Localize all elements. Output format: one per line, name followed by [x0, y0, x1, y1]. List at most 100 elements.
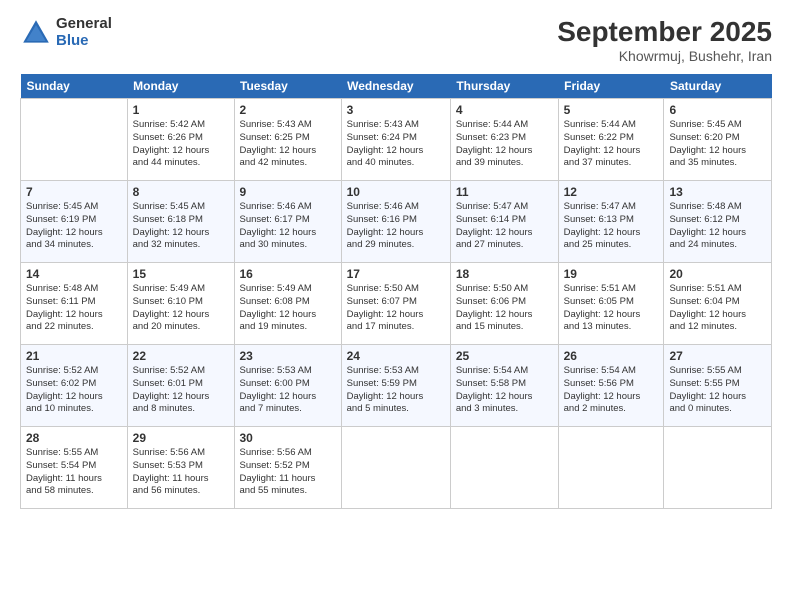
- table-row: 10 Sunrise: 5:46 AMSunset: 6:16 PMDayligh…: [341, 181, 450, 263]
- table-row: 1 Sunrise: 5:42 AMSunset: 6:26 PMDaylight…: [127, 99, 234, 181]
- logo-general-text: General: [56, 16, 112, 33]
- day-number: 13: [669, 185, 766, 199]
- table-row: [664, 427, 772, 509]
- table-row: [558, 427, 664, 509]
- day-number: 16: [240, 267, 336, 281]
- header: General Blue September 2025 Khowrmuj, Bu…: [20, 16, 772, 64]
- day-info: Sunrise: 5:53 AMSunset: 6:00 PMDaylight:…: [240, 365, 336, 416]
- table-row: 26 Sunrise: 5:54 AMSunset: 5:56 PMDayligh…: [558, 345, 664, 427]
- table-row: 19Sunrise: 5:51 AMSunset: 6:05 PMDayligh…: [558, 263, 664, 345]
- day-number: 24: [347, 349, 445, 363]
- calendar-week-1: 1 Sunrise: 5:42 AMSunset: 6:26 PMDaylight…: [21, 99, 772, 181]
- day-number: 10: [347, 185, 445, 199]
- day-number: 21: [26, 349, 122, 363]
- day-number: 8: [133, 185, 229, 199]
- day-number: 29: [133, 431, 229, 445]
- day-info: Sunrise: 5:43 AMSunset: 6:24 PMDaylight:…: [347, 119, 445, 170]
- table-row: 12 Sunrise: 5:47 AMSunset: 6:13 PMDayligh…: [558, 181, 664, 263]
- day-info: Sunrise: 5:55 AMSunset: 5:54 PMDaylight:…: [26, 447, 122, 498]
- day-number: 15: [133, 267, 229, 281]
- table-row: 14 Sunrise: 5:48 AMSunset: 6:11 PMDayligh…: [21, 263, 128, 345]
- day-number: 5: [564, 103, 659, 117]
- table-row: 5 Sunrise: 5:44 AMSunset: 6:22 PMDaylight…: [558, 99, 664, 181]
- day-info: Sunrise: 5:51 AMSunset: 6:04 PMDaylight:…: [669, 283, 766, 334]
- month-title: September 2025: [557, 16, 772, 48]
- day-info: Sunrise: 5:48 AMSunset: 6:11 PMDaylight:…: [26, 283, 122, 334]
- table-row: [21, 99, 128, 181]
- calendar-week-3: 14 Sunrise: 5:48 AMSunset: 6:11 PMDayligh…: [21, 263, 772, 345]
- day-info: Sunrise: 5:46 AMSunset: 6:17 PMDaylight:…: [240, 201, 336, 252]
- col-sunday: Sunday: [21, 74, 128, 99]
- day-number: 9: [240, 185, 336, 199]
- col-friday: Friday: [558, 74, 664, 99]
- calendar-week-2: 7Sunrise: 5:45 AMSunset: 6:19 PMDaylight…: [21, 181, 772, 263]
- day-number: 1: [133, 103, 229, 117]
- day-number: 28: [26, 431, 122, 445]
- day-info: Sunrise: 5:43 AMSunset: 6:25 PMDaylight:…: [240, 119, 336, 170]
- location: Khowrmuj, Bushehr, Iran: [557, 48, 772, 64]
- day-number: 17: [347, 267, 445, 281]
- day-number: 4: [456, 103, 553, 117]
- table-row: 18 Sunrise: 5:50 AMSunset: 6:06 PMDayligh…: [450, 263, 558, 345]
- table-row: 3 Sunrise: 5:43 AMSunset: 6:24 PMDaylight…: [341, 99, 450, 181]
- day-number: 12: [564, 185, 659, 199]
- day-number: 2: [240, 103, 336, 117]
- day-info: Sunrise: 5:49 AMSunset: 6:10 PMDaylight:…: [133, 283, 229, 334]
- header-row: Sunday Monday Tuesday Wednesday Thursday…: [21, 74, 772, 99]
- table-row: 4 Sunrise: 5:44 AMSunset: 6:23 PMDaylight…: [450, 99, 558, 181]
- day-number: 18: [456, 267, 553, 281]
- day-number: 3: [347, 103, 445, 117]
- day-info: Sunrise: 5:52 AMSunset: 6:01 PMDaylight:…: [133, 365, 229, 416]
- table-row: [450, 427, 558, 509]
- table-row: 2 Sunrise: 5:43 AMSunset: 6:25 PMDaylight…: [234, 99, 341, 181]
- table-row: 6 Sunrise: 5:45 AMSunset: 6:20 PMDaylight…: [664, 99, 772, 181]
- day-number: 23: [240, 349, 336, 363]
- day-number: 20: [669, 267, 766, 281]
- table-row: 16 Sunrise: 5:49 AMSunset: 6:08 PMDayligh…: [234, 263, 341, 345]
- col-wednesday: Wednesday: [341, 74, 450, 99]
- table-row: [341, 427, 450, 509]
- col-tuesday: Tuesday: [234, 74, 341, 99]
- day-info: Sunrise: 5:45 AMSunset: 6:20 PMDaylight:…: [669, 119, 766, 170]
- day-number: 26: [564, 349, 659, 363]
- day-info: Sunrise: 5:44 AMSunset: 6:22 PMDaylight:…: [564, 119, 659, 170]
- table-row: 7Sunrise: 5:45 AMSunset: 6:19 PMDaylight…: [21, 181, 128, 263]
- day-info: Sunrise: 5:47 AMSunset: 6:14 PMDaylight:…: [456, 201, 553, 252]
- day-info: Sunrise: 5:49 AMSunset: 6:08 PMDaylight:…: [240, 283, 336, 334]
- day-number: 30: [240, 431, 336, 445]
- day-info: Sunrise: 5:47 AMSunset: 6:13 PMDaylight:…: [564, 201, 659, 252]
- table-row: 11Sunrise: 5:47 AMSunset: 6:14 PMDayligh…: [450, 181, 558, 263]
- table-row: 21 Sunrise: 5:52 AMSunset: 6:02 PMDayligh…: [21, 345, 128, 427]
- table-row: 20 Sunrise: 5:51 AMSunset: 6:04 PMDayligh…: [664, 263, 772, 345]
- day-info: Sunrise: 5:54 AMSunset: 5:56 PMDaylight:…: [564, 365, 659, 416]
- day-info: Sunrise: 5:42 AMSunset: 6:26 PMDaylight:…: [133, 119, 229, 170]
- table-row: 29 Sunrise: 5:56 AMSunset: 5:53 PMDayligh…: [127, 427, 234, 509]
- logo-icon: [20, 17, 52, 49]
- day-info: Sunrise: 5:56 AMSunset: 5:53 PMDaylight:…: [133, 447, 229, 498]
- day-info: Sunrise: 5:46 AMSunset: 6:16 PMDaylight:…: [347, 201, 445, 252]
- day-info: Sunrise: 5:48 AMSunset: 6:12 PMDaylight:…: [669, 201, 766, 252]
- table-row: 13 Sunrise: 5:48 AMSunset: 6:12 PMDayligh…: [664, 181, 772, 263]
- calendar-week-4: 21 Sunrise: 5:52 AMSunset: 6:02 PMDayligh…: [21, 345, 772, 427]
- calendar-table: Sunday Monday Tuesday Wednesday Thursday…: [20, 74, 772, 509]
- day-number: 25: [456, 349, 553, 363]
- day-info: Sunrise: 5:50 AMSunset: 6:06 PMDaylight:…: [456, 283, 553, 334]
- day-number: 14: [26, 267, 122, 281]
- day-info: Sunrise: 5:54 AMSunset: 5:58 PMDaylight:…: [456, 365, 553, 416]
- table-row: 28 Sunrise: 5:55 AMSunset: 5:54 PMDayligh…: [21, 427, 128, 509]
- day-info: Sunrise: 5:53 AMSunset: 5:59 PMDaylight:…: [347, 365, 445, 416]
- day-number: 6: [669, 103, 766, 117]
- day-info: Sunrise: 5:50 AMSunset: 6:07 PMDaylight:…: [347, 283, 445, 334]
- table-row: 15 Sunrise: 5:49 AMSunset: 6:10 PMDayligh…: [127, 263, 234, 345]
- calendar-week-5: 28 Sunrise: 5:55 AMSunset: 5:54 PMDayligh…: [21, 427, 772, 509]
- table-row: 25 Sunrise: 5:54 AMSunset: 5:58 PMDayligh…: [450, 345, 558, 427]
- logo-text: General Blue: [56, 16, 112, 49]
- table-row: 8 Sunrise: 5:45 AMSunset: 6:18 PMDaylight…: [127, 181, 234, 263]
- col-saturday: Saturday: [664, 74, 772, 99]
- day-info: Sunrise: 5:52 AMSunset: 6:02 PMDaylight:…: [26, 365, 122, 416]
- day-info: Sunrise: 5:55 AMSunset: 5:55 PMDaylight:…: [669, 365, 766, 416]
- day-info: Sunrise: 5:45 AMSunset: 6:18 PMDaylight:…: [133, 201, 229, 252]
- table-row: 30Sunrise: 5:56 AMSunset: 5:52 PMDayligh…: [234, 427, 341, 509]
- title-block: September 2025 Khowrmuj, Bushehr, Iran: [557, 16, 772, 64]
- day-info: Sunrise: 5:44 AMSunset: 6:23 PMDaylight:…: [456, 119, 553, 170]
